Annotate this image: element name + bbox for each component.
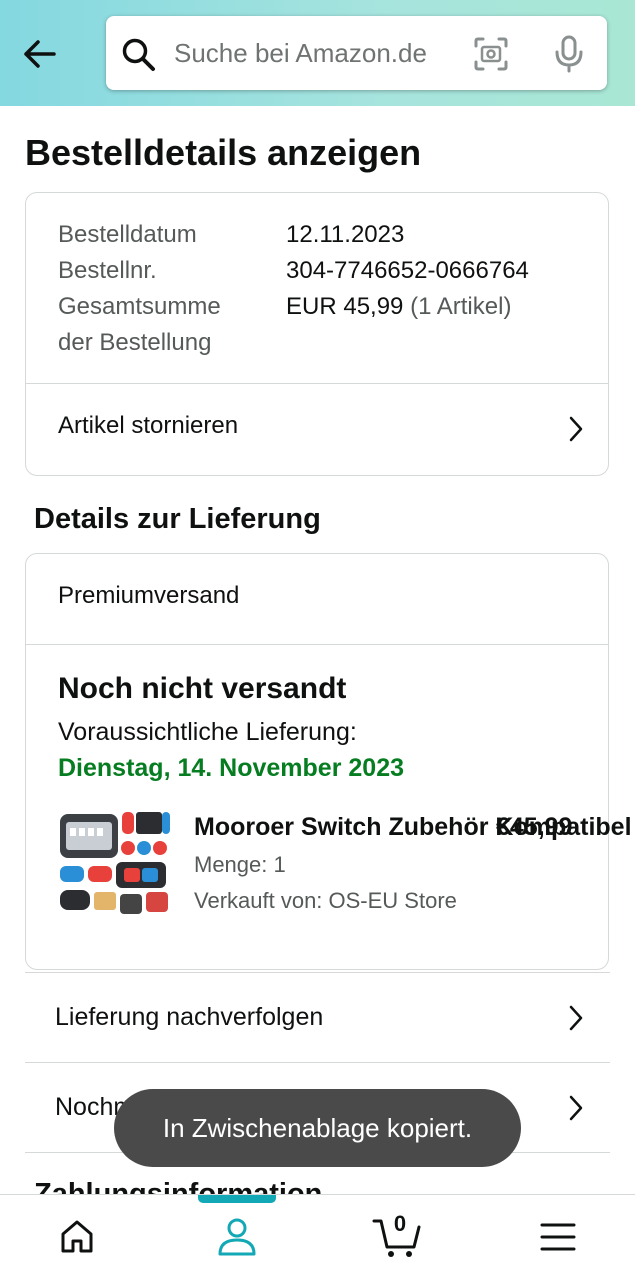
product-quantity: Menge: 1 [194,852,286,877]
chevron-right-icon [569,416,583,442]
order-date-label: Bestelldatum [58,221,197,248]
shipment-status: Noch nicht versandt [58,672,347,705]
eta-label: Voraussichtliche Lieferung: [58,718,357,746]
search-placeholder[interactable]: Suche bei Amazon.de [174,38,427,69]
chevron-right-icon [569,1005,583,1031]
app-header: Suche bei Amazon.de [0,0,635,106]
order-total-amount: EUR 45,99 [286,293,404,320]
cancel-items-label: Artikel stornieren [58,412,239,439]
nav-menu[interactable] [540,1221,576,1258]
order-total-label-line2: der Bestellung [58,329,212,356]
hamburger-menu-icon [540,1223,576,1251]
back-button[interactable] [20,34,60,74]
delivery-section-title: Details zur Lieferung [34,503,321,535]
camera-scan-icon[interactable] [472,35,510,73]
home-icon [61,1220,93,1253]
arrow-left-icon [24,40,56,68]
nav-account[interactable] [216,1217,258,1262]
nav-home[interactable] [58,1217,96,1260]
search-icon [122,38,155,71]
toast-message: In Zwischenablage kopiert. [114,1089,521,1167]
shipping-method: Premiumversand [58,582,240,609]
order-number-label: Bestellnr. [58,257,157,284]
order-date-value: 12.11.2023 [286,221,405,248]
bottom-navigation: 0 [0,1194,635,1280]
divider [26,644,608,645]
track-delivery-label: Lieferung nachverfolgen [55,1003,324,1031]
eta-date: Dienstag, 14. November 2023 [58,754,404,782]
delivery-card: Premiumversand Noch nicht versandt Vorau… [25,553,632,970]
track-delivery-row[interactable]: Lieferung nachverfolgen [25,972,610,1063]
page-title: Bestelldetails anzeigen [25,132,422,173]
nav-cart[interactable]: 0 [372,1211,422,1264]
product-seller[interactable]: Verkauft von: OS-EU Store [194,888,457,914]
chevron-right-icon [569,1095,583,1121]
active-tab-indicator [198,1195,276,1203]
search-bar[interactable]: Suche bei Amazon.de [106,16,607,90]
product-image[interactable] [58,808,170,920]
order-summary-card: Bestelldatum 12.11.2023 Bestellnr. 304-7… [25,192,609,476]
order-total-label-line1: Gesamtsumme [58,293,221,320]
product-price: €45,99 [496,813,573,841]
order-total-items: (1 Artikel) [410,293,512,320]
cart-count-badge: 0 [393,1211,407,1236]
cancel-items-row[interactable]: Artikel stornieren [26,384,608,476]
user-icon [218,1218,256,1256]
microphone-icon[interactable] [552,34,586,74]
order-number-value[interactable]: 304-7746652-0666764 [286,257,529,285]
order-total-value: EUR 45,99 (1 Artikel) [286,293,511,321]
